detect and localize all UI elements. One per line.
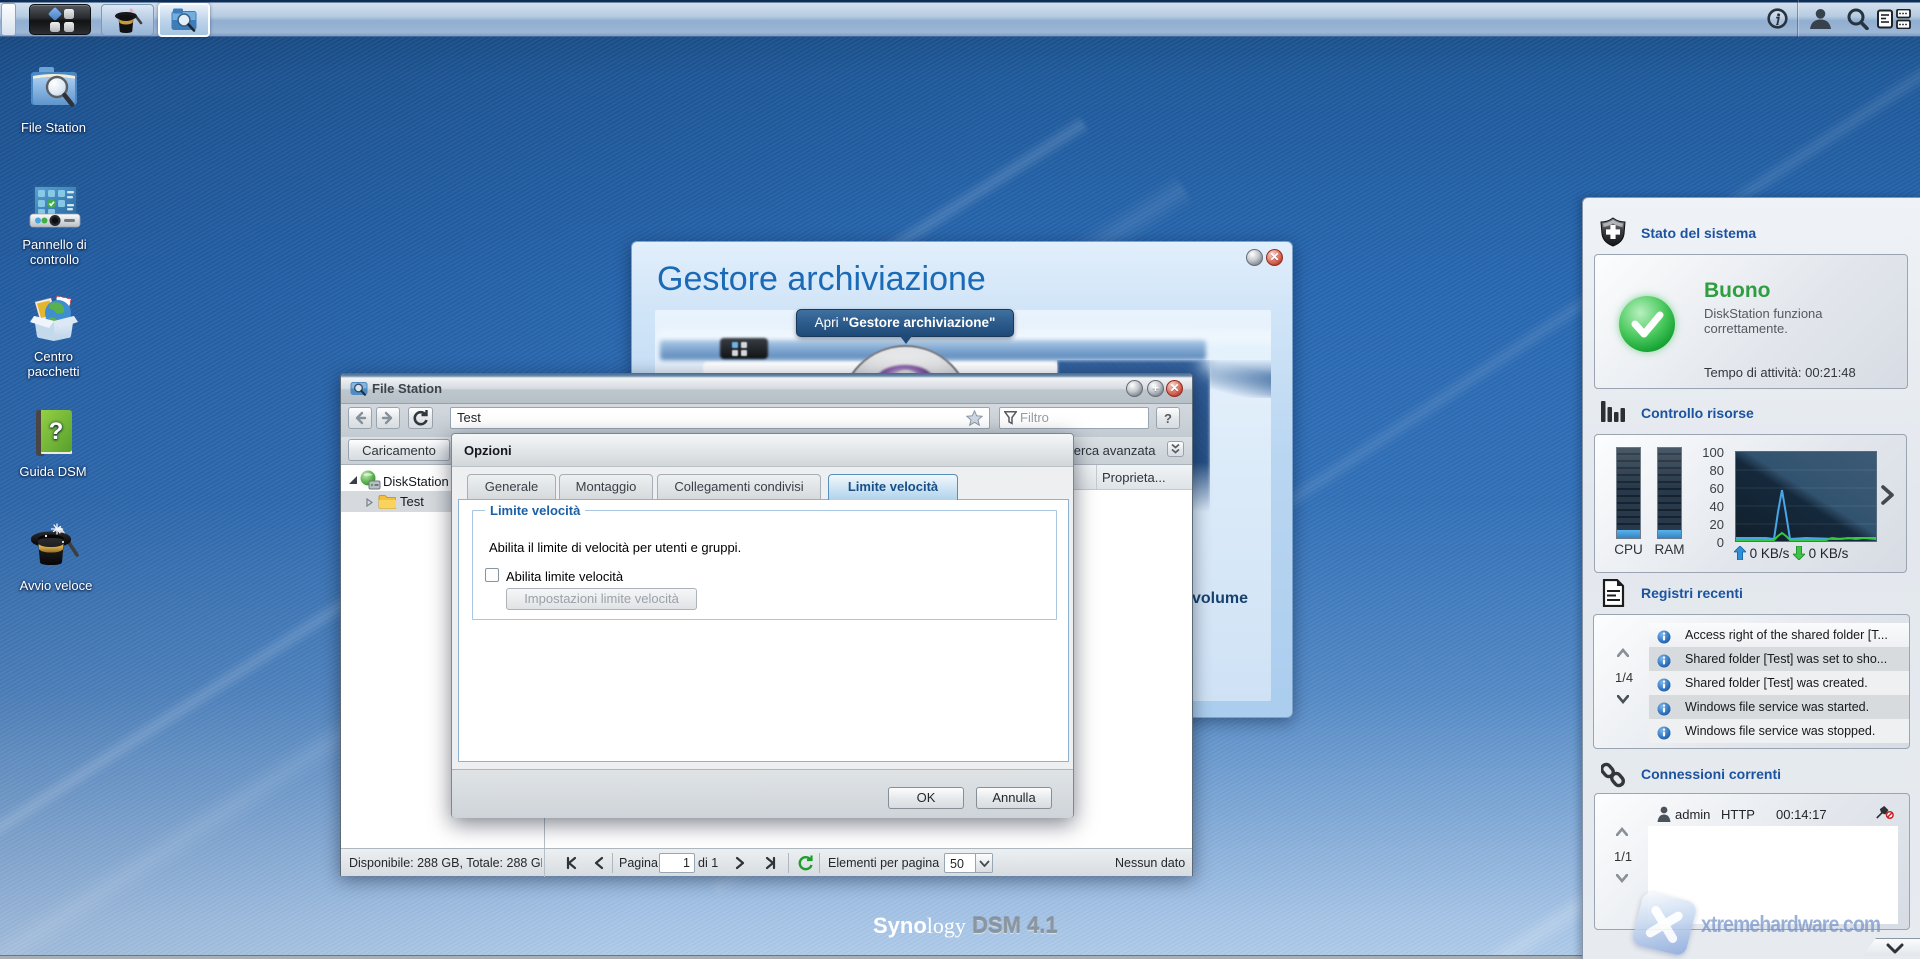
svg-text:?: ? [48, 418, 63, 445]
